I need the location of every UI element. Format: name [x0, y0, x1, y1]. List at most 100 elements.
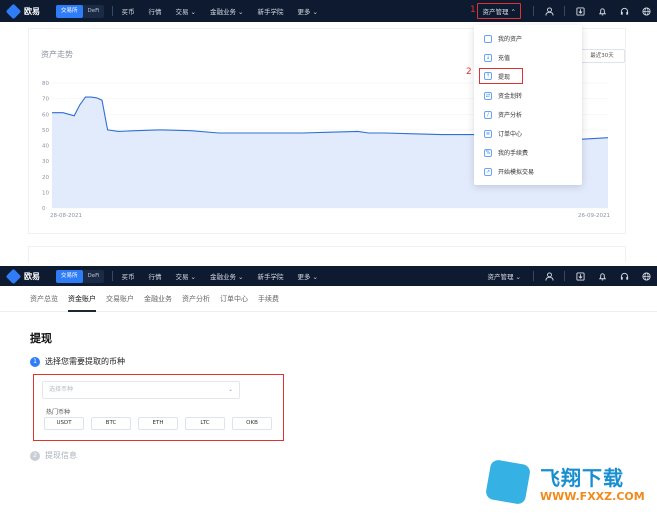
- x-tick-label: 28-08-2021: [50, 213, 82, 219]
- globe-icon[interactable]: [641, 6, 651, 16]
- nav-divider: [533, 6, 534, 16]
- top-navbar: 欧易 交易所 DeFi 买币 行情 交易 ⌄ 金融业务 ⌄ 新手学院 更多 ⌄ …: [0, 0, 657, 22]
- asset-manage-button[interactable]: 资产管理 ⌄: [487, 271, 521, 281]
- coin-usdt-button[interactable]: USDT: [44, 417, 84, 430]
- nav-divider: [564, 6, 565, 16]
- coin-ltc-button[interactable]: LTC: [185, 417, 225, 430]
- demo-trade-icon: ↗: [484, 167, 492, 176]
- transfer-icon: ⇄: [484, 91, 492, 100]
- hot-coins-label: 热门币种: [46, 409, 71, 416]
- logo-icon: [5, 268, 22, 284]
- menu-deposit[interactable]: ↓ 充值: [474, 48, 582, 67]
- mode-exchange[interactable]: 交易所: [56, 269, 83, 283]
- bottom-navbar: 欧易 交易所 DeFi 买币 行情 交易 ⌄ 金融业务 ⌄ 新手学院 更多 ⌄ …: [0, 266, 657, 286]
- menu-label: 资产分析: [498, 112, 523, 119]
- tab-funding-account[interactable]: 资金账户: [68, 286, 96, 312]
- watermark-title: 飞翔下载: [540, 466, 624, 490]
- step-marker-1: 1: [470, 5, 476, 15]
- logo[interactable]: 欧易: [5, 268, 52, 284]
- y-tick-label: 40: [42, 144, 49, 150]
- menu-demo-trade[interactable]: ↗ 开始模拟交易: [474, 162, 582, 181]
- nav-market[interactable]: 行情: [148, 6, 161, 16]
- tab-fees[interactable]: 手续费: [258, 286, 279, 312]
- nav-finance[interactable]: 金融业务 ⌄: [210, 6, 244, 16]
- globe-icon[interactable]: [641, 271, 651, 281]
- nav-trade[interactable]: 交易 ⌄: [175, 6, 196, 16]
- headset-icon[interactable]: [619, 6, 629, 16]
- menu-label: 提现: [498, 73, 511, 81]
- analysis-icon: ∕: [484, 110, 492, 119]
- nav-academy[interactable]: 新手学院: [257, 6, 283, 16]
- menu-label: 资金划转: [498, 93, 523, 100]
- step-number: 1: [30, 356, 40, 367]
- nav-divider: [112, 271, 114, 281]
- lower-panel: [28, 246, 626, 262]
- tab-trading-account[interactable]: 交易账户: [106, 286, 134, 312]
- coin-btc-button[interactable]: BTC: [91, 417, 131, 430]
- nav-right-group: 资产管理 ⌄: [479, 266, 657, 286]
- y-tick-label: 80: [42, 81, 49, 87]
- y-tick-label: 10: [42, 190, 49, 196]
- mode-defi[interactable]: DeFi: [83, 270, 105, 283]
- tab-overview[interactable]: 资产总览: [30, 286, 58, 312]
- user-icon[interactable]: [544, 6, 554, 16]
- y-tick-label: 0: [42, 206, 46, 212]
- menu-withdraw[interactable]: ↑ 提现: [479, 68, 523, 84]
- order-icon: ≡: [484, 129, 492, 138]
- page-title: 提现: [30, 332, 52, 345]
- coin-okb-button[interactable]: OKB: [232, 417, 272, 430]
- mode-switch: 交易所 DeFi: [56, 269, 105, 283]
- mode-defi[interactable]: DeFi: [83, 5, 105, 18]
- x-tick-label: 26-09-2021: [578, 213, 610, 219]
- logo-icon: [5, 3, 22, 19]
- nav-more[interactable]: 更多 ⌄: [297, 6, 318, 16]
- menu-fees[interactable]: % 我的手续费: [474, 143, 582, 162]
- y-tick-label: 20: [42, 175, 49, 181]
- tab-analysis[interactable]: 资产分析: [182, 286, 210, 312]
- download-icon[interactable]: [575, 271, 585, 281]
- asset-manage-dropdown: 我的资产 ↓ 充值 ↑ 提现 ⇄ 资金划转 ∕ 资产分析 ≡ 订单中心 % 我的…: [474, 25, 582, 185]
- nav-more[interactable]: 更多 ⌄: [297, 271, 318, 281]
- step-label: 提现信息: [45, 451, 77, 460]
- menu-analysis[interactable]: ∕ 资产分析: [474, 105, 582, 124]
- menu-label: 充值: [498, 55, 511, 62]
- y-tick-label: 60: [42, 112, 49, 118]
- tab-orders[interactable]: 订单中心: [220, 286, 248, 312]
- step-select-coin: 1 选择您需要提取的币种: [30, 356, 125, 367]
- account-tabs: 资产总览 资金账户 交易账户 金融业务 资产分析 订单中心 手续费: [0, 286, 657, 312]
- nav-divider: [533, 271, 534, 281]
- nav-trade[interactable]: 交易 ⌄: [175, 271, 196, 281]
- mode-switch: 交易所 DeFi: [56, 4, 105, 18]
- menu-label: 开始模拟交易: [498, 169, 535, 176]
- coin-select[interactable]: 选择币种 ⌄: [42, 381, 240, 399]
- deposit-icon: ↓: [484, 53, 492, 62]
- logo[interactable]: 欧易: [5, 3, 52, 19]
- nav-finance[interactable]: 金融业务 ⌄: [210, 271, 244, 281]
- y-tick-label: 70: [42, 97, 49, 103]
- watermark: 飞翔下载 WWW.FXXZ.COM: [484, 458, 648, 512]
- asset-manage-button[interactable]: 资产管理 ⌃: [477, 3, 521, 19]
- menu-my-assets[interactable]: 我的资产: [474, 29, 582, 48]
- download-icon[interactable]: [575, 6, 585, 16]
- tab-finance[interactable]: 金融业务: [144, 286, 172, 312]
- mode-exchange[interactable]: 交易所: [56, 4, 83, 18]
- menu-transfer[interactable]: ⇄ 资金划转: [474, 86, 582, 105]
- y-tick-label: 30: [42, 159, 49, 165]
- nav-buy[interactable]: 买币: [121, 6, 134, 16]
- nav-academy[interactable]: 新手学院: [257, 271, 283, 281]
- menu-label: 订单中心: [498, 131, 523, 138]
- step-label: 选择您需要提取的币种: [45, 357, 125, 366]
- menu-label: 我的资产: [498, 36, 523, 43]
- bell-icon[interactable]: [597, 6, 607, 16]
- nav-right-group: 资产管理 ⌃: [469, 0, 657, 22]
- nav-buy[interactable]: 买币: [121, 271, 134, 281]
- step-number: 2: [30, 450, 40, 461]
- wallet-icon: [484, 34, 492, 43]
- nav-divider: [564, 271, 565, 281]
- bell-icon[interactable]: [597, 271, 607, 281]
- user-icon[interactable]: [544, 271, 554, 281]
- coin-eth-button[interactable]: ETH: [138, 417, 178, 430]
- headset-icon[interactable]: [619, 271, 629, 281]
- menu-orders[interactable]: ≡ 订单中心: [474, 124, 582, 143]
- nav-market[interactable]: 行情: [148, 271, 161, 281]
